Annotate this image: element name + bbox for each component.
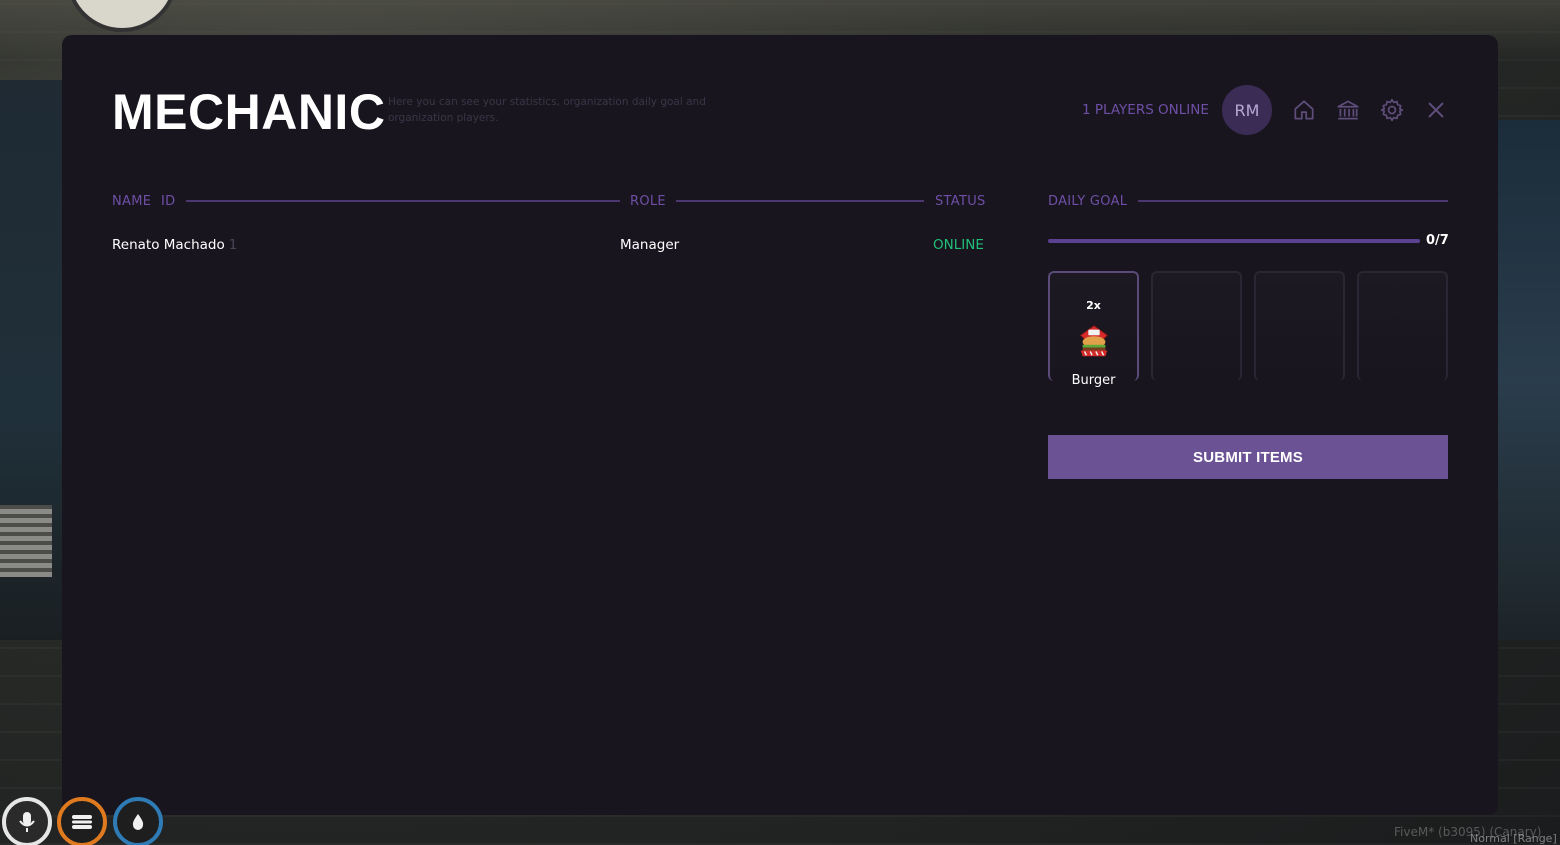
member-name-cell: Renato Machado 1	[112, 237, 237, 253]
background-vent	[0, 505, 52, 577]
column-status: STATUS	[935, 194, 986, 209]
divider	[186, 200, 620, 202]
hunger-hud	[57, 797, 107, 845]
thirst-hud	[113, 797, 163, 845]
goal-item-slot-empty[interactable]	[1254, 271, 1345, 381]
goal-item-slot[interactable]: 2x Burger	[1048, 271, 1139, 388]
background-panel-right	[1498, 120, 1560, 640]
column-name: NAME	[112, 194, 152, 209]
divider	[676, 200, 924, 202]
submit-items-button[interactable]: SUBMIT ITEMS	[1048, 435, 1448, 479]
item-name: Burger	[1071, 373, 1116, 388]
goal-item-slot-empty[interactable]	[1151, 271, 1242, 381]
bank-icon[interactable]	[1335, 97, 1361, 123]
daily-goal-progress-bar	[1048, 239, 1420, 243]
page-subtitle: Here you can see your statistics, organi…	[388, 96, 706, 124]
member-role: Manager	[620, 237, 680, 253]
divider	[1138, 200, 1448, 202]
column-id: ID	[161, 194, 176, 209]
member-id: 1	[228, 237, 238, 253]
gear-icon[interactable]	[1379, 97, 1405, 123]
member-status: ONLINE	[933, 237, 984, 253]
voice-hud	[2, 797, 52, 845]
item-quantity: 2x	[1086, 299, 1101, 312]
organization-panel: MECHANIC Here you can see your statistic…	[62, 35, 1498, 815]
member-name: Renato Machado	[112, 237, 225, 253]
home-icon[interactable]	[1291, 97, 1317, 123]
food-icon	[72, 815, 92, 829]
avatar[interactable]: RM	[1222, 85, 1272, 135]
goal-item-slot-empty[interactable]	[1357, 271, 1448, 381]
microphone-icon	[19, 812, 35, 832]
voice-range-text: Normal [Range]	[1470, 832, 1557, 845]
burger-icon	[1075, 322, 1113, 360]
water-icon	[132, 814, 144, 830]
daily-goal-progress-text: 0/7	[1426, 233, 1449, 248]
players-online-count: 1 PLAYERS ONLINE	[1082, 102, 1209, 118]
page-title: MECHANIC	[112, 84, 386, 140]
close-icon[interactable]	[1423, 97, 1449, 123]
column-role: ROLE	[630, 194, 666, 209]
daily-goal-label: DAILY GOAL	[1048, 194, 1128, 209]
